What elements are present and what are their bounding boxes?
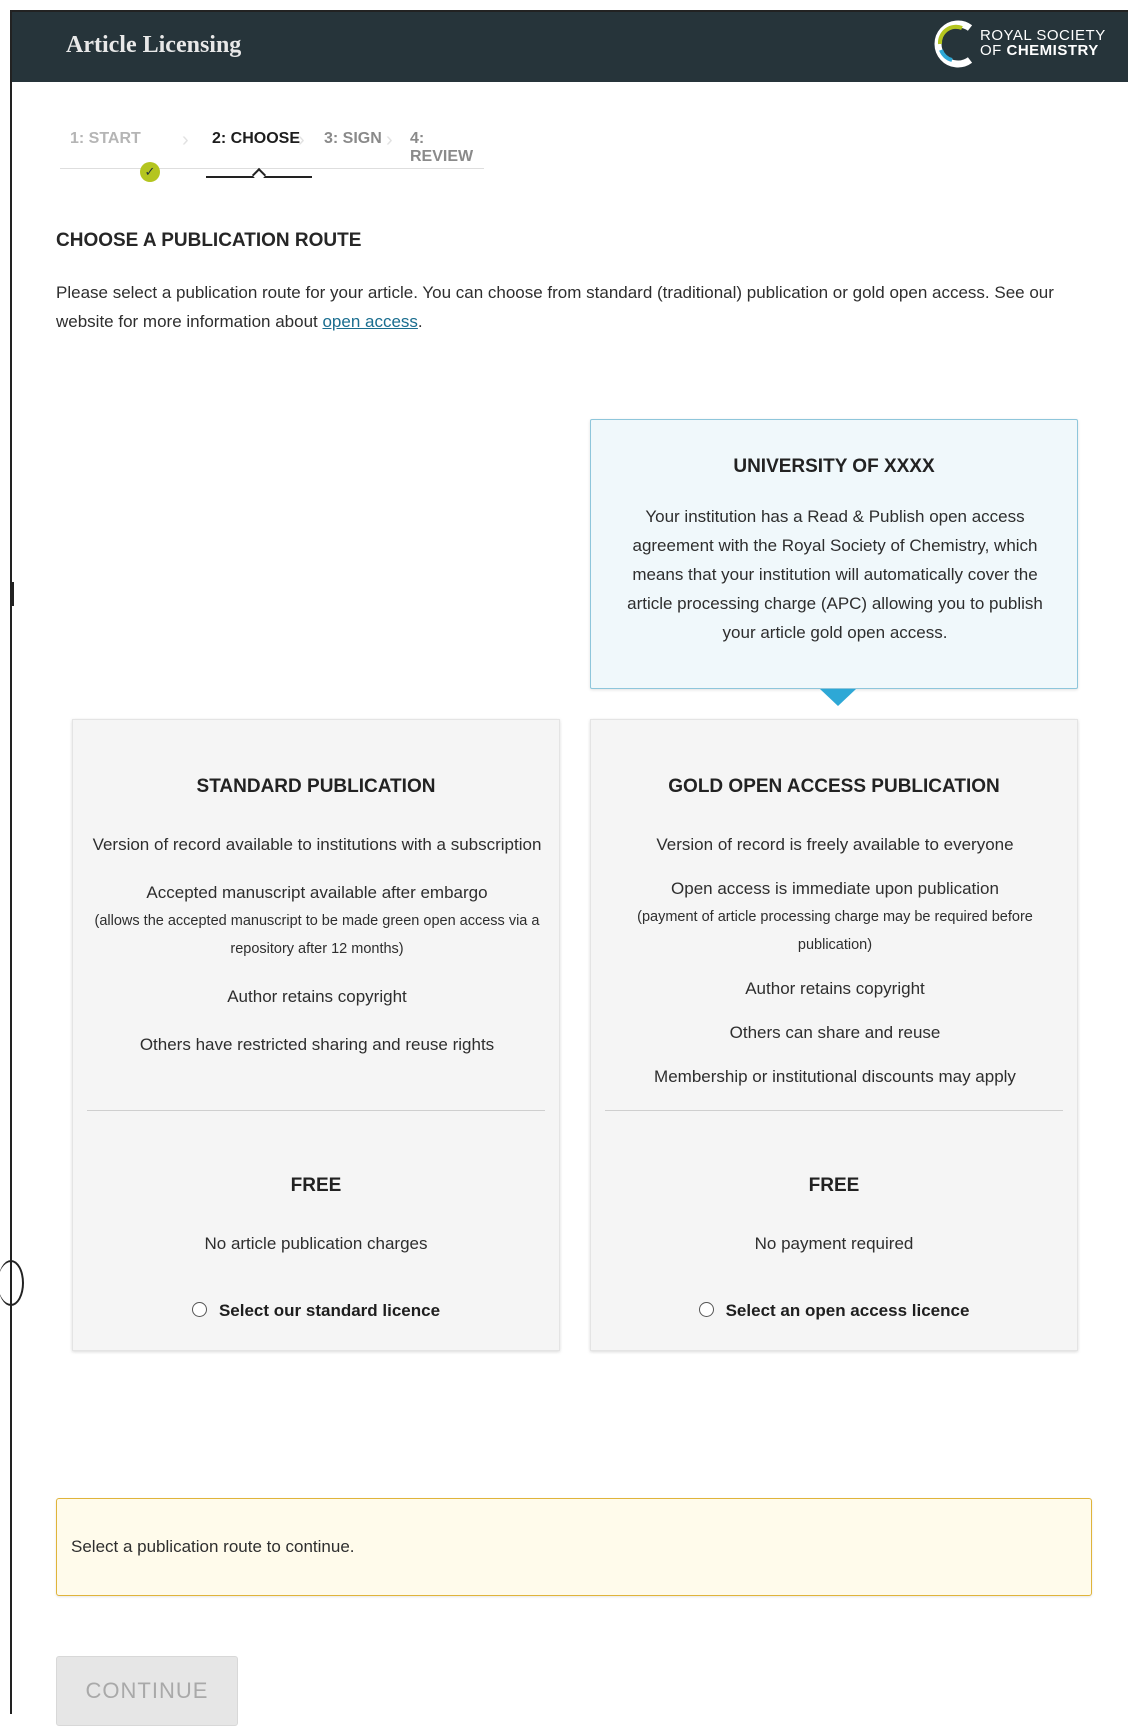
step-choose[interactable]: 2: CHOOSE xyxy=(212,130,300,148)
feature-text: Accepted manuscript available after emba… xyxy=(146,883,488,902)
feature-item: Others have restricted sharing and reuse… xyxy=(89,1030,545,1059)
feature-item: Membership or institutional discounts ma… xyxy=(607,1062,1063,1091)
page-frame: Article Licensing ROYAL SOCIETY OF CHEMI… xyxy=(0,10,1128,1726)
feature-item: Open access is immediate upon publicatio… xyxy=(607,874,1063,959)
step-separator-icon: › xyxy=(182,129,189,151)
gold-open-access-card[interactable]: GOLD OPEN ACCESS PUBLICATION Version of … xyxy=(590,719,1078,1351)
step-progress: 1: START › 2: CHOOSE › 3: SIGN › 4: REVI… xyxy=(60,130,484,190)
checkmark-icon: ✓ xyxy=(140,162,160,182)
feature-item: Version of record available to instituti… xyxy=(89,830,545,859)
page-title: CHOOSE A PUBLICATION ROUTE xyxy=(56,230,362,251)
logo-wordmark: ROYAL SOCIETY OF CHEMISTRY xyxy=(980,28,1106,58)
feature-text: Others can share and reuse xyxy=(729,1023,941,1042)
logo-line-1: ROYAL SOCIETY xyxy=(980,27,1106,44)
card-title: GOLD OPEN ACCESS PUBLICATION xyxy=(668,776,1000,797)
app-title: Article Licensing xyxy=(66,32,242,58)
edge-artifact xyxy=(10,582,14,606)
price-label: FREE xyxy=(808,1175,860,1196)
step-start[interactable]: 1: START xyxy=(70,130,141,148)
callout-body: Your institution has a Read & Publish op… xyxy=(627,507,1043,642)
feature-list: Version of record is freely available to… xyxy=(607,830,1063,1106)
open-access-licence-option[interactable]: Select an open access licence xyxy=(591,1301,1077,1321)
step-separator-icon: › xyxy=(386,129,393,151)
feature-item: Author retains copyright xyxy=(607,974,1063,1003)
standard-licence-option[interactable]: Select our standard licence xyxy=(73,1301,559,1321)
logo-line-2-prefix: OF xyxy=(980,42,1002,59)
feature-item: Version of record is freely available to… xyxy=(607,830,1063,859)
app-header: Article Licensing ROYAL SOCIETY OF CHEMI… xyxy=(12,12,1128,82)
open-access-link[interactable]: open access xyxy=(322,312,417,331)
step-separator-icon: › xyxy=(298,129,305,151)
feature-item: Others can share and reuse xyxy=(607,1018,1063,1047)
logo-line-2: OF CHEMISTRY xyxy=(980,43,1106,58)
feature-text: Open access is immediate upon publicatio… xyxy=(671,879,999,898)
notice-text: Select a publication route to continue. xyxy=(71,1537,355,1556)
rsc-logo[interactable]: ROYAL SOCIETY OF CHEMISTRY xyxy=(932,16,1122,74)
active-step-caret xyxy=(251,167,267,183)
logo-line-2-bold: CHEMISTRY xyxy=(1006,42,1099,59)
continue-notice: Select a publication route to continue. xyxy=(56,1498,1092,1596)
card-divider xyxy=(87,1110,545,1111)
step-review[interactable]: 4: REVIEW xyxy=(410,130,484,166)
radio-label[interactable]: Select our standard licence xyxy=(219,1301,440,1320)
price-label: FREE xyxy=(290,1175,342,1196)
feature-note: (payment of article processing charge ma… xyxy=(637,909,1033,953)
card-title: STANDARD PUBLICATION xyxy=(196,776,436,797)
edge-artifact xyxy=(0,1260,24,1306)
feature-text: Membership or institutional discounts ma… xyxy=(654,1067,1016,1086)
open-access-licence-radio[interactable] xyxy=(698,1302,714,1317)
continue-button[interactable]: CONTINUE xyxy=(56,1656,238,1726)
feature-item: Author retains copyright xyxy=(89,982,545,1011)
feature-item: Accepted manuscript available after emba… xyxy=(89,878,545,963)
price-subtext: No article publication charges xyxy=(204,1234,428,1253)
intro-text-part: Please select a publication route for yo… xyxy=(56,283,1054,331)
standard-publication-card[interactable]: STANDARD PUBLICATION Version of record a… xyxy=(72,719,560,1351)
card-divider xyxy=(605,1110,1063,1111)
steps-baseline xyxy=(60,168,484,169)
intro-text-end: . xyxy=(417,312,423,331)
step-sign[interactable]: 3: SIGN xyxy=(324,130,382,148)
feature-note: (allows the accepted manuscript to be ma… xyxy=(94,913,540,957)
feature-text: Author retains copyright xyxy=(227,987,407,1006)
radio-label[interactable]: Select an open access licence xyxy=(726,1301,970,1320)
callout-title: UNIVERSITY OF XXXX xyxy=(733,456,935,477)
intro-text: Please select a publication route for yo… xyxy=(56,278,1066,336)
feature-text: Author retains copyright xyxy=(745,979,925,998)
standard-licence-radio[interactable] xyxy=(191,1302,207,1317)
institution-callout: UNIVERSITY OF XXXX Your institution has … xyxy=(590,419,1078,689)
rsc-logo-icon xyxy=(934,20,973,68)
feature-text: Others have restricted sharing and reuse… xyxy=(139,1035,495,1054)
callout-pointer xyxy=(820,689,856,706)
feature-text: Version of record is freely available to… xyxy=(656,835,1014,854)
price-subtext: No payment required xyxy=(754,1234,914,1253)
feature-list: Version of record available to instituti… xyxy=(89,830,545,1078)
feature-text: Version of record available to instituti… xyxy=(92,835,542,854)
